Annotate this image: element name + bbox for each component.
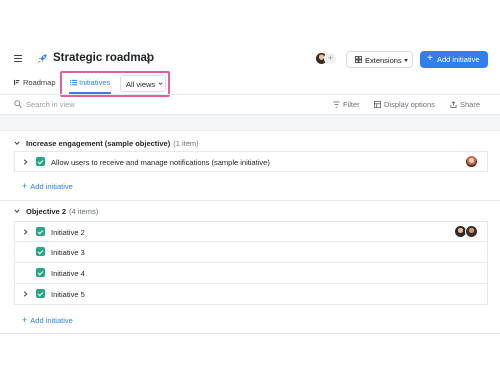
hamburger-icon[interactable] [14,55,22,63]
caret-down-icon [404,59,408,62]
initiative-title[interactable]: Initiative 5 [51,290,85,299]
toolbar: Filter Display options Share [0,95,500,113]
extensions-button[interactable]: Extensions [346,51,413,68]
plus-icon: + [22,181,28,191]
initiative-icon [36,227,45,236]
initiative-icon [36,247,45,256]
roadmap-icon [14,79,20,86]
table-row[interactable]: Initiative 5 [14,284,488,305]
group-name: Objective 2 [26,207,67,216]
add-initiative-link[interactable]: + Add initiative [22,181,73,191]
page-title: Strategic roadmap [53,52,154,64]
chevron-down-icon [14,209,20,213]
initiative-icon [36,157,45,166]
filter-label: Filter [343,100,360,109]
share-button[interactable]: Share [450,100,480,109]
chevron-right-icon[interactable] [23,291,28,297]
add-initiative-link[interactable]: + Add initiative [22,315,73,325]
tab-roadmap-label: Roadmap [23,78,56,87]
chevron-right-icon[interactable] [23,229,28,235]
add-initiative-button[interactable]: + Add initiative [420,51,488,68]
add-initiative-link-label: Add initiative [30,316,73,325]
group-header[interactable]: Objective 2 (4 items) [14,207,98,216]
avatar[interactable] [465,155,478,168]
divider [0,200,500,201]
plus-icon: + [427,52,433,64]
collaborator-avatars[interactable]: + [315,52,339,66]
top-bar: Strategic roadmap + Extensions + Add ini… [0,44,500,74]
filter-icon [333,101,340,108]
group-count: (1 item) [173,139,199,148]
table-row[interactable]: Initiative 4 [14,263,488,284]
share-label: Share [460,100,481,109]
table-row[interactable]: Allow users to receive and manage notifi… [14,151,488,172]
group-name: Increase engagement (sample objective) [26,139,171,148]
share-icon [450,101,457,108]
rocket-icon [37,54,47,64]
filter-button[interactable]: Filter [333,100,360,109]
column-header-band [0,114,500,131]
add-initiative-link-label: Add initiative [30,182,73,191]
chevron-right-icon[interactable] [23,159,28,165]
search-icon [14,100,22,108]
initiative-title[interactable]: Initiative 2 [51,228,85,237]
tab-roadmap[interactable]: Roadmap [14,78,56,87]
chevron-down-icon [14,141,20,145]
display-options-label: Display options [384,100,435,109]
table-row[interactable]: Initiative 2 [14,221,488,242]
more-options-icon[interactable] [146,53,150,64]
initiative-icon [36,289,45,298]
group-count: (4 items) [69,207,99,216]
add-initiative-label: Add initiative [437,55,480,64]
divider [0,333,500,334]
plus-icon: + [22,315,28,325]
initiative-title[interactable]: Initiative 4 [51,269,85,278]
display-options-button[interactable]: Display options [374,100,435,109]
initiative-title[interactable]: Allow users to receive and manage notifi… [51,158,270,167]
table-row[interactable]: Initiative 3 [14,242,488,263]
initiative-title[interactable]: Initiative 3 [51,248,85,257]
extensions-label: Extensions [365,56,402,65]
avatar[interactable] [465,225,478,238]
search-input[interactable] [26,98,146,110]
initiative-icon [36,268,45,277]
display-options-icon [374,101,381,108]
puzzle-icon [355,56,362,63]
add-collaborator-icon[interactable]: + [324,52,337,65]
group-header[interactable]: Increase engagement (sample objective) (1… [14,139,199,148]
